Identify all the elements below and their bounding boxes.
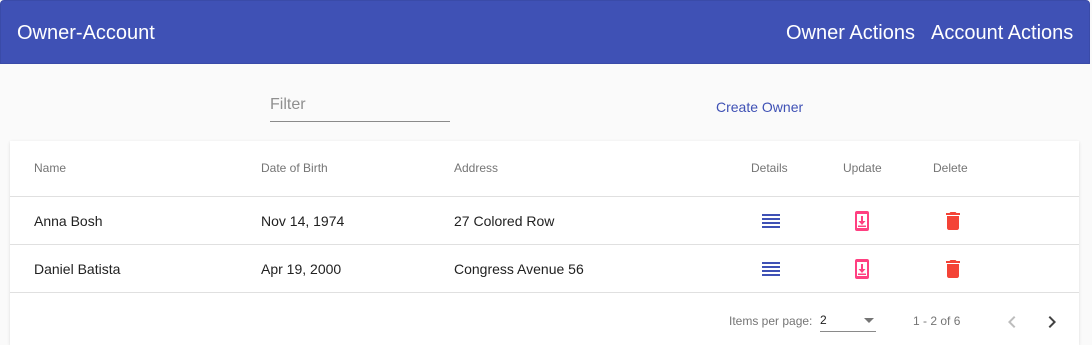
page-size-value: 2: [820, 313, 827, 327]
owner-dob-cell: Nov 14, 1974: [261, 213, 345, 229]
details-button[interactable]: [759, 257, 783, 281]
owner-name-cell: Daniel Batista: [34, 261, 121, 277]
details-button[interactable]: [759, 209, 783, 233]
page-range-label: 1 - 2 of 6: [913, 314, 961, 328]
update-button[interactable]: [850, 257, 874, 281]
owner-address-cell: 27 Colored Row: [454, 213, 555, 229]
filter-field: [270, 92, 450, 122]
previous-page-button[interactable]: [1000, 310, 1024, 334]
app-title[interactable]: Owner-Account: [17, 20, 155, 46]
column-header-date-of-birth[interactable]: Date of Birth: [261, 161, 328, 175]
divider: [10, 196, 1079, 197]
update-icon: [855, 259, 869, 279]
delete-icon: [946, 212, 960, 230]
delete-icon: [946, 260, 960, 278]
list-icon: [762, 262, 780, 276]
owner-address-cell: Congress Avenue 56: [454, 261, 584, 277]
list-icon: [762, 214, 780, 228]
create-owner-link[interactable]: Create Owner: [716, 99, 803, 115]
divider: [10, 292, 1079, 293]
app-toolbar: Owner-Account Owner Actions Account Acti…: [0, 0, 1090, 64]
column-header-name[interactable]: Name: [34, 161, 66, 175]
column-header-delete: Delete: [933, 161, 968, 175]
next-page-button[interactable]: [1040, 310, 1064, 334]
chevron-right-icon: [1048, 316, 1056, 328]
owner-actions-link[interactable]: Owner Actions: [786, 20, 915, 46]
chevron-left-icon: [1008, 316, 1016, 328]
filter-input[interactable]: [270, 92, 450, 118]
column-header-address[interactable]: Address: [454, 161, 498, 175]
owners-table: Name Date of Birth Address Details Updat…: [10, 141, 1079, 345]
update-button[interactable]: [850, 209, 874, 233]
divider: [10, 244, 1079, 245]
account-actions-link[interactable]: Account Actions: [931, 20, 1073, 46]
owner-name-cell: Anna Bosh: [34, 213, 103, 229]
column-header-details: Details: [751, 161, 788, 175]
owner-dob-cell: Apr 19, 2000: [261, 261, 342, 277]
column-header-update: Update: [843, 161, 882, 175]
delete-button[interactable]: [941, 209, 965, 233]
page-size-select[interactable]: 2: [820, 309, 876, 332]
dropdown-arrow-icon: [864, 318, 874, 323]
delete-button[interactable]: [941, 257, 965, 281]
update-icon: [855, 211, 869, 231]
items-per-page-label: Items per page:: [729, 314, 813, 328]
